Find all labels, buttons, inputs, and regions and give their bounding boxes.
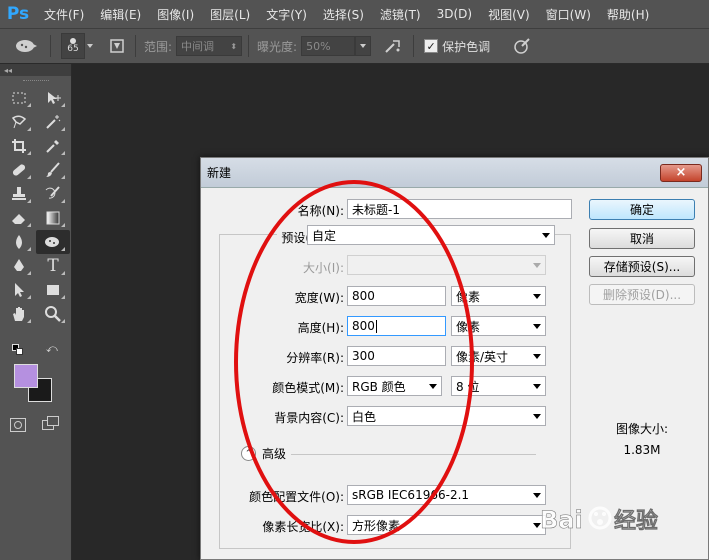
crop-tool-icon[interactable] [2, 134, 36, 158]
brush-panel-toggle-icon[interactable] [105, 36, 129, 56]
rectangle-tool-icon[interactable] [36, 278, 70, 302]
range-value: 中间调 [181, 40, 215, 53]
separator [413, 35, 415, 57]
panel-grip[interactable] [22, 80, 49, 82]
pen-tool-icon[interactable] [2, 254, 36, 278]
screen-mode-icon[interactable] [42, 416, 60, 432]
checkmark-icon: ✓ [426, 39, 436, 53]
eraser-icon[interactable] [2, 206, 36, 230]
default-colors-icon[interactable] [12, 344, 24, 356]
color-swatches [14, 364, 60, 408]
red-annotation-ellipse [234, 180, 474, 544]
separator [135, 35, 136, 57]
menu-3d[interactable]: 3D(D) [429, 7, 480, 21]
chevron-down-icon [533, 492, 541, 498]
menu-filter[interactable]: 滤镜(T) [372, 6, 429, 23]
panel-collapse-bar[interactable]: ◂◂ [0, 64, 71, 76]
menu-view[interactable]: 视图(V) [480, 6, 538, 23]
foreground-color-swatch[interactable] [14, 364, 38, 388]
menu-edit[interactable]: 编辑(E) [92, 6, 149, 23]
lasso-tool-icon[interactable] [2, 110, 36, 134]
menu-layer[interactable]: 图层(L) [202, 6, 258, 23]
marquee-tool-icon[interactable] [2, 86, 36, 110]
swap-colors-icon[interactable]: ⤺ [46, 342, 58, 356]
save-preset-button[interactable]: 存储预设(S)... [589, 256, 695, 277]
gradient-tool-icon[interactable] [36, 206, 70, 230]
chevron-down-icon [533, 293, 541, 299]
blur-tool-icon[interactable] [2, 230, 36, 254]
delete-preset-button: 删除预设(D)... [589, 284, 695, 305]
sponge-tool-preset-icon[interactable] [8, 34, 44, 58]
move-tool-icon[interactable] [36, 86, 70, 110]
menu-help[interactable]: 帮助(H) [599, 6, 657, 23]
svg-text:经验: 经验 [614, 508, 658, 534]
eyedropper-icon[interactable] [36, 134, 70, 158]
photoshop-logo: Ps [6, 4, 30, 24]
exposure-input[interactable]: 50% [301, 36, 356, 56]
chevron-down-icon [533, 353, 541, 359]
menu-select[interactable]: 选择(S) [315, 6, 372, 23]
baidu-jingyan-watermark: Bai 经验 [536, 498, 706, 560]
chevron-down-icon [533, 383, 541, 389]
exposure-value: 50% [306, 39, 331, 53]
dialog-titlebar[interactable]: 新建 × [201, 158, 708, 188]
protect-tones-label: 保护色调 [442, 39, 491, 54]
dialog-title: 新建 [207, 166, 232, 180]
tools-panel: ◂◂ T ⤺ [0, 64, 72, 560]
svg-text:Bai: Bai [540, 506, 583, 534]
options-bar: 65 范围: 中间调 ⬍ 曝光度: 50% ✓ 保护色调 [0, 28, 709, 64]
chevron-down-icon [87, 44, 93, 48]
menu-window[interactable]: 窗口(W) [538, 6, 599, 23]
chevron-down-icon [533, 413, 541, 419]
hand-tool-icon[interactable] [2, 302, 36, 326]
brush-tool-icon[interactable] [36, 158, 70, 182]
history-brush-icon[interactable] [36, 182, 70, 206]
image-size-label: 图像大小: [615, 422, 669, 436]
image-size-value: 1.83M [623, 443, 661, 457]
zoom-tool-icon[interactable] [36, 302, 70, 326]
chevron-down-icon [360, 44, 367, 48]
protect-tones-checkbox[interactable]: ✓ [424, 39, 439, 53]
brush-size-value: 65 [67, 44, 79, 54]
range-select[interactable]: 中间调 ⬍ [176, 36, 243, 56]
close-button[interactable]: × [660, 163, 702, 182]
airbrush-icon[interactable] [379, 36, 407, 56]
exposure-label: 曝光度: [257, 39, 298, 54]
separator [248, 35, 250, 57]
brush-preset-picker[interactable]: 65 [57, 32, 97, 60]
clone-stamp-icon[interactable] [2, 182, 36, 206]
type-tool-icon[interactable]: T [36, 254, 70, 278]
exposure-dropdown-button[interactable] [355, 36, 372, 56]
ok-button[interactable]: 确定 [589, 199, 695, 220]
pressure-size-icon[interactable] [508, 36, 536, 56]
path-selection-icon[interactable] [2, 278, 36, 302]
menu-type[interactable]: 文字(Y) [258, 6, 315, 23]
quick-mask-icon[interactable] [10, 418, 26, 432]
double-chevron-left-icon: ◂◂ [4, 65, 13, 75]
menu-bar: Ps 文件(F) 编辑(E) 图像(I) 图层(L) 文字(Y) 选择(S) 滤… [0, 0, 709, 28]
range-label: 范围: [144, 39, 173, 54]
chevron-down-icon [533, 262, 541, 268]
sponge-tool-icon[interactable] [36, 230, 70, 254]
chevron-down-icon [542, 232, 550, 238]
menu-image[interactable]: 图像(I) [149, 6, 202, 23]
healing-brush-icon[interactable] [2, 158, 36, 182]
updown-icon: ⬍ [230, 41, 238, 51]
chevron-down-icon [533, 323, 541, 329]
separator [50, 35, 51, 57]
magic-wand-icon[interactable] [36, 110, 70, 134]
cancel-button[interactable]: 取消 [589, 228, 695, 249]
menu-file[interactable]: 文件(F) [36, 6, 92, 23]
